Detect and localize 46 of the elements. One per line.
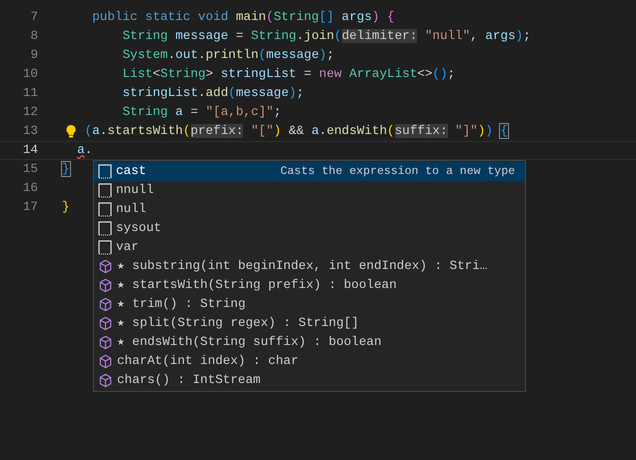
suggestion-item[interactable]: ★ startsWith(String prefix) : boolean bbox=[94, 276, 525, 295]
suggestion-item[interactable]: chars() : IntStream bbox=[94, 371, 525, 390]
suggestion-item[interactable]: cast Casts the expression to a new type bbox=[94, 162, 525, 181]
line-number: 12 bbox=[22, 104, 38, 122]
suggestion-item[interactable]: ★ trim() : String bbox=[94, 295, 525, 314]
code-line: } bbox=[62, 199, 70, 216]
snippet-icon bbox=[98, 221, 112, 236]
cube-icon bbox=[98, 354, 113, 369]
cube-icon bbox=[98, 259, 113, 274]
line-number: 9 bbox=[29, 47, 38, 64]
snippet-icon bbox=[98, 183, 112, 198]
cube-icon bbox=[98, 278, 113, 293]
code-line: public static void main(String[] args) { bbox=[91, 9, 395, 26]
line-number: 8 bbox=[29, 28, 38, 46]
lightbulb-icon[interactable] bbox=[65, 124, 77, 138]
cube-icon bbox=[98, 373, 113, 388]
suggestion-item[interactable]: ★ substring(int beginIndex, int endIndex) : Stri… bbox=[94, 257, 525, 276]
suggestion-item[interactable]: var bbox=[94, 238, 525, 257]
cube-icon bbox=[98, 297, 113, 312]
suggestion-item[interactable]: ★ endsWith(String suffix) : boolean bbox=[94, 333, 525, 352]
line-number: 11 bbox=[22, 85, 38, 102]
suggestion-item[interactable]: null bbox=[94, 200, 525, 219]
snippet-icon bbox=[98, 240, 112, 255]
code-line: a. bbox=[76, 142, 92, 160]
suggestion-item[interactable]: charAt(int index) : char bbox=[94, 352, 525, 371]
line-number: 16 bbox=[22, 180, 38, 198]
line-number: 17 bbox=[22, 199, 38, 216]
code-line: String message = String.join(delimiter: "null", args); bbox=[121, 28, 531, 46]
cube-icon bbox=[98, 335, 113, 350]
suggestion-item[interactable]: nnull bbox=[94, 181, 525, 200]
code-line: String a = "[a,b,c]"; bbox=[121, 104, 282, 122]
code-line: (a.startsWith(prefix: "[") && a.endsWith(suffix: "]")) { bbox=[84, 123, 508, 140]
code-line: stringList.add(message); bbox=[121, 85, 304, 102]
snippet-icon bbox=[98, 202, 112, 217]
suggestion-item[interactable]: sysout bbox=[94, 219, 525, 238]
suggestion-item[interactable]: ★ split(String regex) : String[] bbox=[94, 314, 525, 333]
line-number: 7 bbox=[29, 9, 38, 26]
line-number: 13 bbox=[22, 123, 38, 140]
cube-icon bbox=[98, 316, 113, 331]
code-line: System.out.println(message); bbox=[121, 47, 334, 64]
line-number: 10 bbox=[22, 66, 38, 84]
line-number: 15 bbox=[22, 161, 38, 178]
code-line: } bbox=[62, 161, 70, 178]
snippet-icon bbox=[98, 164, 112, 179]
code-line: List<String> stringList = new ArrayList<>(); bbox=[121, 66, 456, 84]
line-number: 14 bbox=[22, 142, 38, 160]
